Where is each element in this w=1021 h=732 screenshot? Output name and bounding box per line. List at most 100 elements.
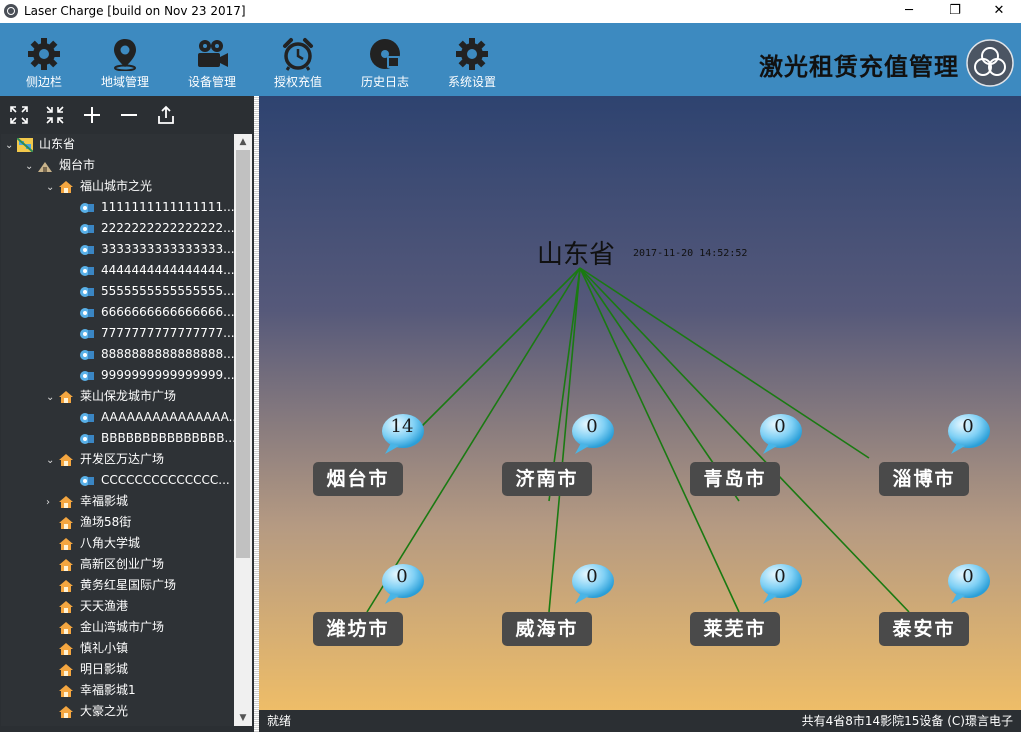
maximize-button[interactable]: ❐ [932,0,978,23]
device-icon [79,348,95,362]
tree-item[interactable]: 8888888888888888... [67,344,234,365]
city-node[interactable]: 莱芜市 [690,612,780,646]
device-icon [79,285,95,299]
device-icon [79,222,95,236]
sidebar: ⌄ 山东省 ⌄ 烟台市 ⌄ 福山城市之光 1111111111111111... 222222… [0,96,254,732]
tree-item-label: 7777777777777777... [101,326,234,340]
house-icon [58,516,74,530]
tree-item[interactable]: ⌄ 开发区万达广场 [46,449,164,470]
tree-item[interactable]: 2222222222222222... [67,218,234,239]
scroll-up-button[interactable]: ▲ [234,134,252,150]
minimize-button[interactable]: ─ [886,0,932,23]
tree-item-label: 福山城市之光 [80,179,153,193]
tree-item-label: 9999999999999999... [101,368,234,382]
tree-item-label: CCCCCCCCCCCCCC... [101,473,230,487]
device-icon [79,474,95,488]
city-node[interactable]: 济南市 [502,462,592,496]
tree-item[interactable]: 八角大学城 [46,533,140,554]
toolbar-sidebar-button[interactable]: 侧边栏 [4,23,84,96]
tree-toggle-icon[interactable]: ⌄ [46,387,58,408]
tree-item[interactable]: AAAAAAAAAAAAAAA... [67,407,234,428]
tree-item[interactable]: 1111111111111111... [67,197,234,218]
tree-scrollbar[interactable]: ▲ ▼ [234,134,252,726]
minus-icon[interactable] [118,104,140,126]
tree-toggle-icon[interactable]: ⌄ [5,135,17,156]
tree-item[interactable]: 5555555555555555... [67,281,234,302]
tree-item[interactable]: 幸福影城1 [46,680,136,701]
city-node[interactable]: 烟台市 [313,462,403,496]
house-icon [58,621,74,635]
toolbar-device-button[interactable]: 设备管理 [172,23,252,96]
plus-icon[interactable] [81,104,103,126]
tree-toggle-icon[interactable]: ⌄ [46,450,58,471]
camera-icon [198,40,228,67]
tree-item[interactable]: › 幸福影城 [46,491,128,512]
toolbar-history-button[interactable]: 历史日志 [345,23,425,96]
expand-all-icon[interactable] [8,104,30,126]
tree-item-label: 山东省 [39,137,76,151]
tree-item[interactable]: 黄务红星国际广场 [46,575,176,596]
window-title: Laser Charge [build on Nov 23 2017] [24,4,246,18]
tree-item-label: 金山湾城市广场 [80,620,165,634]
close-button[interactable]: ✕ [976,0,1021,23]
device-count: 14 [390,416,414,437]
scroll-down-button[interactable]: ▼ [234,710,252,726]
tree-item[interactable]: ⌄ 山东省 [5,134,75,155]
device-count-bubble[interactable]: 0 [945,412,991,456]
device-icon [79,306,95,320]
device-count-bubble[interactable]: 0 [757,562,803,606]
tree-item[interactable]: ⌄ 烟台市 [25,155,95,176]
tree-item[interactable]: 明日影城 [46,659,128,680]
toolbar-region-button[interactable]: 地域管理 [85,23,165,96]
tree-item[interactable]: 高新区创业广场 [46,554,164,575]
device-count: 0 [962,566,974,587]
tree-item-label: 5555555555555555... [101,284,234,298]
gear-icon [456,38,488,70]
tree-item[interactable]: BBBBBBBBBBBBBBB... [67,428,234,449]
city-node[interactable]: 潍坊市 [313,612,403,646]
house-icon [58,684,74,698]
connection-line [579,267,910,613]
city-node[interactable]: 青岛市 [690,462,780,496]
city-node[interactable]: 威海市 [502,612,592,646]
house-icon [58,663,74,677]
map-pin-icon [114,39,136,71]
device-count-bubble[interactable]: 0 [569,562,615,606]
tree-toggle-icon[interactable]: ⌄ [46,177,58,198]
device-count-bubble[interactable]: 14 [379,412,425,456]
device-count-bubble[interactable]: 0 [569,412,615,456]
tree-item[interactable]: 7777777777777777... [67,323,234,344]
tree-item[interactable]: ⌄ 莱山保龙城市广场 [46,386,176,407]
tree-item[interactable]: 渔场58街 [46,512,131,533]
scroll-thumb[interactable] [236,150,250,558]
toolbar-label: 历史日志 [360,75,409,89]
tree-toggle-icon[interactable]: › [46,492,58,513]
tree-item[interactable]: 大豪之光 [46,701,128,722]
province-title: 山东省 [537,240,616,270]
tree-item[interactable]: 4444444444444444... [67,260,234,281]
tree-item[interactable]: 9999999999999999... [67,365,234,386]
tree-item[interactable]: ⌄ 福山城市之光 [46,176,152,197]
toolbar-settings-button[interactable]: 系统设置 [432,23,512,96]
device-count-bubble[interactable]: 0 [757,412,803,456]
tree-item[interactable]: 金山湾城市广场 [46,617,164,638]
tree-item[interactable]: 慎礼小镇 [46,638,128,659]
gear-icon [28,38,60,70]
main-toolbar: 侧边栏 地域管理 设备管理 授权充值 历史日志 系统设置 激光租赁充值管理 [0,23,1021,96]
device-count: 0 [962,416,974,437]
toolbar-recharge-button[interactable]: 授权充值 [258,23,338,96]
device-count-bubble[interactable]: 0 [379,562,425,606]
tree-item[interactable]: 3333333333333333... [67,239,234,260]
rings-logo-icon [966,39,1014,87]
city-node[interactable]: 泰安市 [879,612,969,646]
tree-item[interactable]: CCCCCCCCCCCCCC... [67,470,230,491]
city-node[interactable]: 淄博市 [879,462,969,496]
tree-item[interactable]: 天天渔港 [46,596,128,617]
export-icon[interactable] [155,104,177,126]
device-count-bubble[interactable]: 0 [945,562,991,606]
collapse-all-icon[interactable] [44,104,66,126]
tree-toggle-icon[interactable]: ⌄ [25,156,37,177]
tree-item[interactable]: 6666666666666666... [67,302,234,323]
status-text: 就绪 [267,714,292,728]
disc-icon [370,39,400,69]
